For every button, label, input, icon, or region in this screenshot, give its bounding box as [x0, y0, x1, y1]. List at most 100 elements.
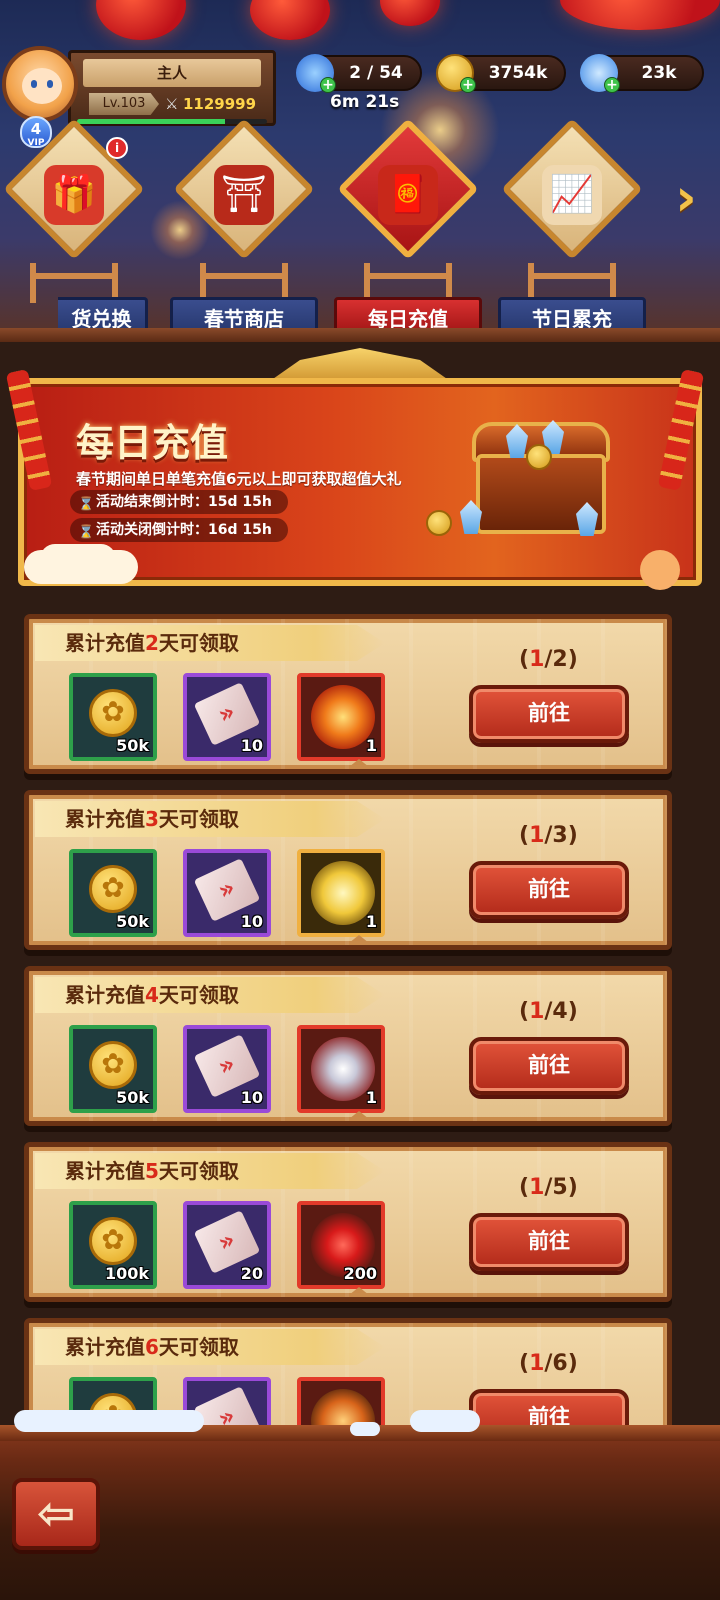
reward-item[interactable]: » 10: [183, 1025, 271, 1113]
chart-coins-icon: 📈: [542, 165, 602, 225]
wood-beam: [0, 328, 720, 342]
tab-goods-exchange[interactable]: 🎁 i 货兑换: [0, 118, 148, 341]
progress-current: 1: [529, 823, 545, 848]
hourglass-icon: ⌛: [78, 525, 95, 540]
back-arrow-icon: ⇦: [36, 1486, 76, 1540]
flower-decoration: [640, 550, 680, 590]
avatar-eye: [47, 80, 53, 88]
lantern-decoration: [96, 0, 186, 40]
reward-item[interactable]: ✿ 50k: [69, 673, 157, 761]
cloud-decoration: [24, 550, 104, 584]
coins-resource[interactable]: + 3754k: [436, 54, 566, 93]
progress-total: /5): [544, 1175, 578, 1200]
avatar-face: [22, 68, 62, 104]
player-name: 主人: [83, 59, 261, 87]
progress-current: 1: [529, 647, 545, 672]
reward-title-suffix: 天可领取: [158, 1335, 239, 1359]
card-pointer: [349, 1287, 369, 1295]
exp-bar-fill: [77, 119, 226, 124]
go-button[interactable]: 前往: [469, 1213, 629, 1271]
avatar-eye: [31, 80, 37, 88]
add-coins-button[interactable]: +: [460, 77, 476, 93]
progress-total: /4): [544, 999, 578, 1024]
reward-item[interactable]: 1: [297, 1025, 385, 1113]
red-envelope-coins-icon: 🧧: [378, 165, 438, 225]
reward-item[interactable]: » 10: [183, 673, 271, 761]
progress-open: (: [519, 1351, 530, 1376]
lantern-decoration: [380, 0, 440, 26]
add-gems-button[interactable]: +: [604, 77, 620, 93]
progress-total: /2): [544, 647, 578, 672]
go-button[interactable]: 前往: [469, 861, 629, 919]
bottom-frame: [0, 1425, 720, 1600]
reward-days: 4: [145, 983, 159, 1007]
item-count: 1: [365, 912, 377, 931]
reward-title-suffix: 天可领取: [158, 1159, 239, 1183]
event-banner: 每日充值 春节期间单日单笔充值6元以上即可获取超值大礼 ⌛ 活动结束倒计时：15…: [18, 378, 702, 586]
go-button[interactable]: 前往: [469, 1037, 629, 1095]
item-count: 1: [365, 736, 377, 755]
item-count: 10: [240, 1088, 263, 1107]
coin-pile-icon: [526, 444, 552, 470]
reward-title: 累计充值4天可领取: [65, 981, 239, 1009]
stars-value: 2 / 54: [349, 63, 403, 83]
progress-total: /3): [544, 823, 578, 848]
player-avatar[interactable]: [2, 46, 78, 122]
gold-coin-icon: ✿: [89, 865, 137, 913]
reward-item[interactable]: 1: [297, 673, 385, 761]
add-stars-button[interactable]: +: [320, 77, 336, 93]
reward-title-suffix: 天可领取: [158, 631, 239, 655]
player-level: Lv.103: [89, 93, 159, 115]
item-count: 10: [240, 736, 263, 755]
end-countdown-text: 活动结束倒计时：15d 15h: [96, 494, 272, 510]
lantern-decoration: [560, 0, 720, 30]
reward-progress: (1/2): [519, 647, 578, 672]
progress-current: 1: [529, 999, 545, 1024]
crossed-swords-icon: ⚔: [165, 95, 179, 113]
close-countdown-text: 活动关闭倒计时：16d 15h: [96, 522, 272, 538]
gold-coin-icon: ✿: [89, 1217, 137, 1265]
nav-next-arrow-icon[interactable]: ›: [666, 168, 706, 228]
tab-spring-shop[interactable]: ⛩ 春节商店: [170, 118, 318, 341]
gold-coin-icon: ✿: [89, 1041, 137, 1089]
progress-open: (: [519, 823, 530, 848]
reward-title-prefix: 累计充值: [65, 1159, 145, 1183]
tab-festival-cumulative[interactable]: 📈 节日累充: [498, 118, 646, 341]
item-count: 50k: [116, 736, 149, 755]
progress-current: 1: [529, 1351, 545, 1376]
progress-total: /6): [544, 1351, 578, 1376]
gems-resource[interactable]: + 23k: [580, 54, 704, 93]
tab-daily-recharge[interactable]: 🧧 每日充值: [334, 118, 482, 341]
reward-card: 累计充值4天可领取 ✿ 50k» 10 1 (1/4) 前往: [24, 966, 672, 1126]
reward-item[interactable]: » 20: [183, 1201, 271, 1289]
snow-decoration: [410, 1410, 480, 1432]
shop-gate-icon: ⛩: [214, 165, 274, 225]
player-info-panel[interactable]: 主人 Lv.103 ⚔ 1129999: [68, 50, 276, 126]
reward-progress: (1/5): [519, 1175, 578, 1200]
reward-title-suffix: 天可领取: [158, 983, 239, 1007]
reward-days: 2: [145, 631, 159, 655]
reward-item[interactable]: ✿ 50k: [69, 849, 157, 937]
reward-item[interactable]: 200: [297, 1201, 385, 1289]
coins-value: 3754k: [488, 63, 548, 83]
reward-title: 累计充值5天可领取: [65, 1157, 239, 1185]
back-button[interactable]: ⇦: [12, 1478, 100, 1550]
progress-open: (: [519, 647, 530, 672]
reward-progress: (1/4): [519, 999, 578, 1024]
reward-item[interactable]: ✿ 50k: [69, 1025, 157, 1113]
reward-item[interactable]: 1: [297, 849, 385, 937]
progress-open: (: [519, 1175, 530, 1200]
item-count: 20: [240, 1264, 263, 1283]
reward-card: 累计充值5天可领取 ✿ 100k» 20 200 (1/5) 前往: [24, 1142, 672, 1302]
reward-card: 累计充值3天可领取 ✿ 50k» 10 1 (1/3) 前往: [24, 790, 672, 950]
go-button[interactable]: 前往: [469, 685, 629, 743]
reward-title-prefix: 累计充值: [65, 983, 145, 1007]
gold-coin-icon: ✿: [89, 689, 137, 737]
reward-item[interactable]: » 10: [183, 849, 271, 937]
reward-days: 5: [145, 1159, 159, 1183]
progress-current: 1: [529, 1175, 545, 1200]
reward-item[interactable]: ✿ 100k: [69, 1201, 157, 1289]
stars-resource[interactable]: + 2 / 54: [296, 54, 422, 93]
reward-title-prefix: 累计充值: [65, 807, 145, 831]
hourglass-icon: ⌛: [78, 497, 95, 512]
